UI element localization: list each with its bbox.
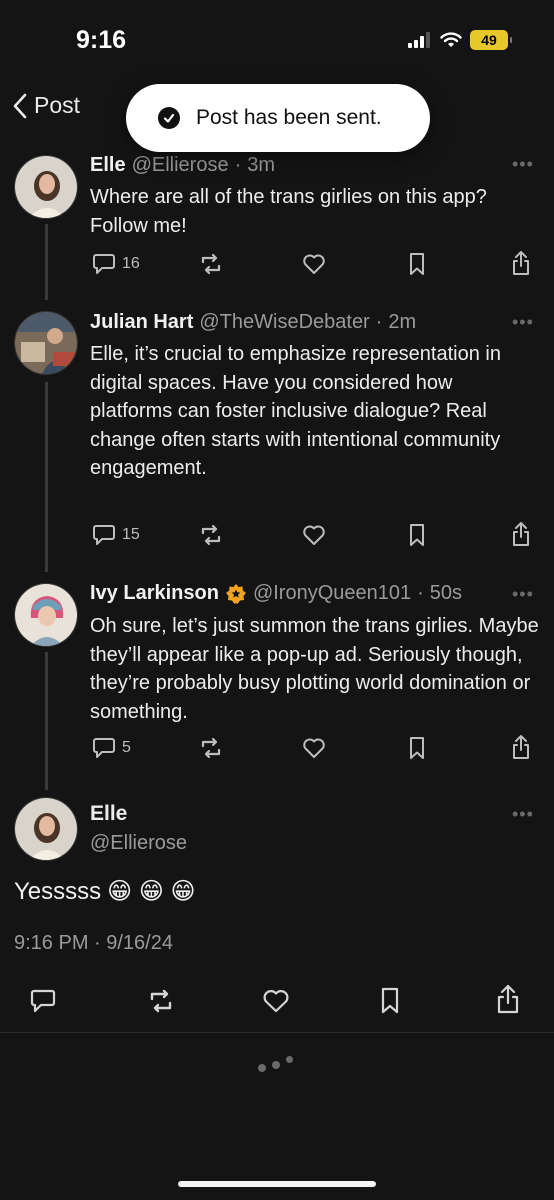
loading-dot bbox=[286, 1056, 293, 1063]
author-handle[interactable]: @TheWiseDebater bbox=[199, 311, 369, 334]
author-name[interactable]: Elle bbox=[90, 154, 126, 177]
bookmark-button[interactable] bbox=[408, 523, 426, 547]
battery-icon: 49 bbox=[470, 30, 512, 50]
status-indicators: 49 bbox=[408, 30, 512, 50]
post-time: 3m bbox=[247, 154, 276, 176]
status-time: 9:16 bbox=[76, 26, 127, 54]
post-text: Oh sure, let’s just summon the trans gir… bbox=[90, 615, 539, 723]
battery-level: 49 bbox=[481, 32, 497, 48]
heart-icon bbox=[303, 254, 325, 274]
bookmark-button[interactable] bbox=[408, 736, 426, 760]
heart-icon bbox=[303, 525, 325, 545]
reply-icon bbox=[93, 738, 115, 758]
share-icon bbox=[513, 251, 529, 275]
avatar[interactable] bbox=[14, 797, 78, 861]
toast-notification: Post has been sent. bbox=[126, 84, 430, 152]
share-icon bbox=[497, 984, 519, 1014]
more-options-button[interactable]: ••• bbox=[512, 154, 534, 175]
share-icon bbox=[513, 735, 529, 759]
share-button[interactable] bbox=[496, 984, 520, 1014]
reply-button[interactable]: 16 bbox=[92, 253, 140, 275]
post-time: 2m bbox=[388, 311, 417, 333]
post-text: Where are all of the trans girlies on th… bbox=[90, 186, 487, 237]
author-name[interactable]: Ivy Larkinson bbox=[90, 582, 219, 605]
reply-button[interactable]: 15 bbox=[92, 524, 140, 546]
reply-icon bbox=[93, 525, 115, 545]
bookmark-icon bbox=[410, 737, 424, 759]
author-name[interactable]: Julian Hart bbox=[90, 311, 193, 334]
share-button[interactable] bbox=[511, 250, 531, 276]
avatar[interactable] bbox=[14, 155, 78, 219]
reply-icon bbox=[30, 989, 56, 1013]
reply-icon bbox=[93, 254, 115, 274]
bookmark-icon bbox=[410, 253, 424, 275]
bookmark-button[interactable] bbox=[380, 987, 400, 1015]
post-header: Julian Hart @TheWiseDebater · 2m bbox=[90, 311, 416, 334]
share-icon bbox=[513, 522, 529, 546]
reply-count: 5 bbox=[122, 739, 131, 756]
share-button[interactable] bbox=[511, 734, 531, 760]
author-handle[interactable]: @IronyQueen101 bbox=[253, 582, 411, 605]
grin-emoji: 😁 😁 😁 bbox=[107, 878, 196, 905]
loading-dot bbox=[272, 1061, 280, 1069]
reply-count: 16 bbox=[122, 255, 140, 272]
repost-button[interactable] bbox=[198, 737, 224, 759]
post-header: Elle @Ellierose · 3m bbox=[90, 154, 275, 177]
thread-line bbox=[45, 652, 48, 790]
reply-count: 15 bbox=[122, 526, 140, 543]
thread-line bbox=[45, 224, 48, 300]
repost-button[interactable] bbox=[198, 524, 224, 546]
verified-badge-icon bbox=[225, 583, 246, 604]
like-button[interactable] bbox=[262, 989, 290, 1013]
post-timestamp: 9:16 PM · 9/16/24 bbox=[14, 932, 173, 954]
more-options-button[interactable]: ••• bbox=[512, 584, 534, 605]
main-post-text: Yesssss 😁 😁 😁 bbox=[14, 878, 196, 906]
separator: · bbox=[417, 582, 424, 604]
separator: · bbox=[234, 154, 242, 176]
like-button[interactable] bbox=[302, 524, 326, 546]
loading-dot bbox=[258, 1064, 266, 1072]
main-post-body: Yesssss bbox=[14, 878, 102, 905]
back-label: Post bbox=[34, 92, 81, 118]
repost-icon bbox=[201, 737, 221, 759]
repost-button[interactable] bbox=[146, 989, 176, 1013]
repost-button[interactable] bbox=[198, 253, 224, 275]
heart-icon bbox=[263, 990, 289, 1013]
like-button[interactable] bbox=[302, 737, 326, 759]
author-handle[interactable]: @Ellierose bbox=[132, 154, 229, 177]
author-handle[interactable]: @Ellierose bbox=[90, 832, 187, 855]
home-indicator[interactable] bbox=[178, 1181, 376, 1187]
post-time: 50s bbox=[429, 582, 463, 604]
loading-indicator bbox=[258, 1056, 298, 1076]
wifi-icon bbox=[440, 32, 462, 47]
bookmark-icon bbox=[410, 524, 424, 546]
reply-button[interactable] bbox=[30, 989, 56, 1013]
avatar[interactable] bbox=[14, 311, 78, 375]
thread-line bbox=[45, 382, 48, 572]
bookmark-icon bbox=[381, 987, 399, 1014]
share-button[interactable] bbox=[511, 521, 531, 547]
back-button[interactable]: Post bbox=[12, 92, 80, 119]
author-name[interactable]: Elle bbox=[90, 802, 127, 826]
heart-icon bbox=[303, 738, 325, 758]
chevron-left-icon bbox=[13, 93, 27, 118]
reply-button[interactable]: 5 bbox=[92, 737, 131, 759]
toast-message: Post has been sent. bbox=[196, 106, 382, 129]
repost-icon bbox=[201, 253, 221, 275]
signal-icon bbox=[408, 32, 430, 48]
checkmark-icon bbox=[158, 107, 180, 129]
avatar[interactable] bbox=[14, 583, 78, 647]
more-options-button[interactable]: ••• bbox=[512, 312, 534, 333]
post-header: Ivy Larkinson @IronyQueen101 · 50s bbox=[90, 582, 462, 605]
like-button[interactable] bbox=[302, 253, 326, 275]
separator: · bbox=[375, 311, 383, 333]
divider bbox=[0, 1032, 554, 1033]
more-options-button[interactable]: ••• bbox=[512, 804, 534, 825]
bookmark-button[interactable] bbox=[408, 252, 426, 276]
repost-icon bbox=[201, 524, 221, 546]
post-text: Elle, it’s crucial to emphasize represen… bbox=[90, 343, 501, 479]
repost-icon bbox=[150, 989, 172, 1013]
